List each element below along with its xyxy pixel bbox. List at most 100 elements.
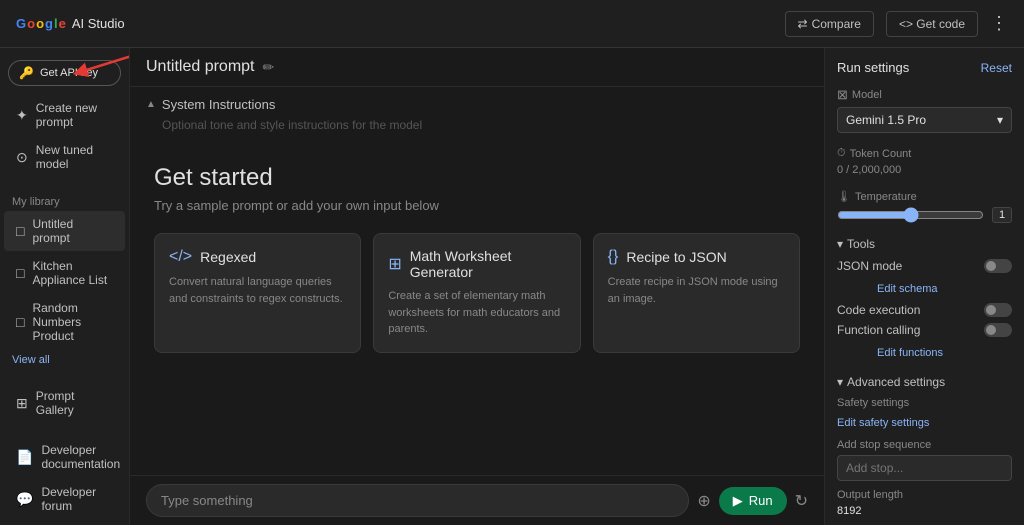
dev-forum-label: Developer forum bbox=[41, 485, 113, 513]
code-exec-toggle[interactable] bbox=[984, 303, 1012, 317]
chevron-down-icon: ▾ bbox=[997, 113, 1003, 127]
safety-label: Safety settings bbox=[837, 397, 1012, 409]
system-instructions-section: ▲ System Instructions Optional tone and … bbox=[130, 87, 824, 144]
get-api-key-button[interactable]: 🔑 Get API key bbox=[8, 60, 121, 86]
top-bar: Google AI Studio ⇄ Compare <> Get code ⋮ bbox=[0, 0, 1024, 48]
code-exec-label: Code execution bbox=[837, 303, 920, 317]
get-code-button[interactable]: <> Get code bbox=[886, 11, 978, 37]
advanced-label: Advanced settings bbox=[847, 375, 945, 389]
run-label: Run bbox=[749, 493, 773, 508]
compare-button[interactable]: ⇄ Compare bbox=[785, 11, 874, 37]
temp-slider-row: 1 bbox=[837, 207, 1012, 223]
card-math-worksheet[interactable]: ⊞ Math Worksheet Generator Create a set … bbox=[373, 233, 580, 353]
temperature-section: 🌡 Temperature 1 bbox=[837, 190, 1012, 223]
output-length-value: 8192 bbox=[837, 505, 1012, 517]
prompt-input-placeholder: Type something bbox=[161, 493, 253, 508]
add-media-icon[interactable]: ⊕ bbox=[697, 491, 710, 511]
stop-sequence-input[interactable] bbox=[837, 455, 1012, 481]
google-logo: Google bbox=[16, 16, 66, 31]
regexed-icon: </> bbox=[169, 248, 192, 266]
more-options-icon[interactable]: ⋮ bbox=[990, 13, 1008, 34]
run-icon: ▶ bbox=[733, 493, 743, 509]
library-item-2: Kitchen Appliance List bbox=[32, 259, 113, 287]
card-recipe-title: Recipe to JSON bbox=[626, 249, 726, 265]
token-label: ⏱ Token Count bbox=[837, 147, 1012, 160]
token-icon: ⏱ bbox=[837, 147, 846, 160]
get-started-area: Get started Try a sample prompt or add y… bbox=[130, 144, 824, 475]
prompt-input[interactable]: Type something bbox=[146, 484, 689, 517]
card-recipe-json[interactable]: {} Recipe to JSON Create recipe in JSON … bbox=[593, 233, 800, 353]
temp-label: 🌡 Temperature bbox=[837, 190, 1012, 203]
sidebar-item-create-prompt[interactable]: ✦ Create new prompt bbox=[4, 95, 125, 135]
edit-schema-link[interactable]: Edit schema bbox=[877, 283, 938, 295]
main-content: Untitled prompt ✏ ▲ System Instructions … bbox=[130, 48, 824, 525]
edit-functions-link[interactable]: Edit functions bbox=[877, 347, 943, 359]
card-regexed-header: </> Regexed bbox=[169, 248, 346, 266]
get-api-key-label: Get API key bbox=[40, 67, 98, 79]
compare-icon: ⇄ bbox=[798, 17, 808, 31]
view-all-link[interactable]: View all bbox=[0, 350, 129, 370]
model-select[interactable]: Gemini 1.5 Pro ▾ bbox=[837, 107, 1012, 133]
sidebar-item-prompt-gallery[interactable]: ⊞ Prompt Gallery bbox=[4, 383, 125, 423]
system-instructions-toggle[interactable]: ▲ System Instructions bbox=[146, 97, 808, 112]
card-math-desc: Create a set of elementary math workshee… bbox=[388, 288, 565, 338]
output-length-label: Output length bbox=[837, 489, 1012, 501]
run-button[interactable]: ▶ Run bbox=[719, 487, 787, 515]
doc-icon-3: □ bbox=[16, 314, 24, 330]
system-instructions-label: System Instructions bbox=[162, 97, 275, 112]
sidebar: 🔑 Get API key ✦ Create new prompt ⊙ New … bbox=[0, 48, 130, 525]
library-item-1: Untitled prompt bbox=[32, 217, 113, 245]
model-section: ⊠ Model Gemini 1.5 Pro ▾ bbox=[837, 87, 1012, 133]
temp-icon: 🌡 bbox=[837, 190, 851, 203]
prompt-header: Untitled prompt ✏ bbox=[130, 48, 824, 87]
tools-label: Tools bbox=[847, 237, 875, 251]
edit-safety-link[interactable]: Edit safety settings bbox=[837, 417, 929, 429]
chevron-down-icon-advanced: ▾ bbox=[837, 375, 843, 389]
app-logo: Google AI Studio bbox=[16, 16, 125, 31]
code-exec-row: Code execution bbox=[837, 303, 1012, 317]
create-prompt-label: Create new prompt bbox=[36, 101, 113, 129]
docs-icon: 📄 bbox=[16, 449, 33, 466]
refresh-icon[interactable]: ↻ bbox=[795, 491, 808, 511]
get-started-subtitle: Try a sample prompt or add your own inpu… bbox=[154, 198, 800, 213]
function-calling-toggle[interactable] bbox=[984, 323, 1012, 337]
edit-title-icon[interactable]: ✏ bbox=[263, 59, 275, 76]
function-toggle-knob bbox=[986, 325, 996, 335]
card-regexed-desc: Convert natural language queries and con… bbox=[169, 274, 346, 307]
plus-icon: ✦ bbox=[16, 107, 28, 124]
run-settings-panel: Run settings Reset ⊠ Model Gemini 1.5 Pr… bbox=[824, 48, 1024, 525]
forum-icon: 💬 bbox=[16, 491, 33, 508]
math-icon: ⊞ bbox=[388, 254, 401, 274]
sidebar-item-kitchen[interactable]: □ Kitchen Appliance List bbox=[4, 253, 125, 293]
panel-header: Run settings Reset bbox=[837, 60, 1012, 75]
card-math-header: ⊞ Math Worksheet Generator bbox=[388, 248, 565, 280]
sidebar-item-untitled-prompt[interactable]: □ Untitled prompt bbox=[4, 211, 125, 251]
sidebar-item-gemini-enterprise[interactable]: ◇ Gemini API for Enterprise bbox=[4, 521, 125, 525]
advanced-settings-header[interactable]: ▾ Advanced settings bbox=[837, 375, 1012, 389]
sidebar-item-dev-docs[interactable]: 📄 Developer documentation bbox=[4, 437, 125, 477]
dev-docs-label: Developer documentation bbox=[41, 443, 120, 471]
chevron-down-icon-tools: ▾ bbox=[837, 237, 843, 251]
tools-header[interactable]: ▾ Tools bbox=[837, 237, 1012, 251]
reset-button[interactable]: Reset bbox=[981, 61, 1012, 75]
json-mode-label: JSON mode bbox=[837, 259, 902, 273]
model-icon: ⊠ bbox=[837, 87, 848, 103]
get-started-title: Get started bbox=[154, 164, 800, 192]
card-math-title: Math Worksheet Generator bbox=[410, 248, 566, 280]
bottom-icons: ⊕ ▶ Run ↻ bbox=[697, 487, 808, 515]
json-mode-toggle[interactable] bbox=[984, 259, 1012, 273]
stop-seq-label: Add stop sequence bbox=[837, 439, 1012, 451]
get-code-label: <> Get code bbox=[899, 17, 965, 31]
recipe-icon: {} bbox=[608, 248, 619, 266]
model-value: Gemini 1.5 Pro bbox=[846, 113, 926, 127]
temperature-slider[interactable] bbox=[837, 207, 984, 223]
sidebar-item-dev-forum[interactable]: 💬 Developer forum bbox=[4, 479, 125, 519]
bottom-bar: Type something ⊕ ▶ Run ↻ bbox=[130, 475, 824, 525]
tune-icon: ⊙ bbox=[16, 149, 28, 166]
prompt-cards-container: </> Regexed Convert natural language que… bbox=[154, 233, 800, 353]
system-instructions-placeholder: Optional tone and style instructions for… bbox=[146, 116, 808, 134]
card-regexed[interactable]: </> Regexed Convert natural language que… bbox=[154, 233, 361, 353]
sidebar-item-new-tuned-model[interactable]: ⊙ New tuned model bbox=[4, 137, 125, 177]
sidebar-item-random-numbers[interactable]: □ Random Numbers Product bbox=[4, 295, 125, 349]
main-layout: 🔑 Get API key ✦ Create new prompt ⊙ New … bbox=[0, 48, 1024, 525]
